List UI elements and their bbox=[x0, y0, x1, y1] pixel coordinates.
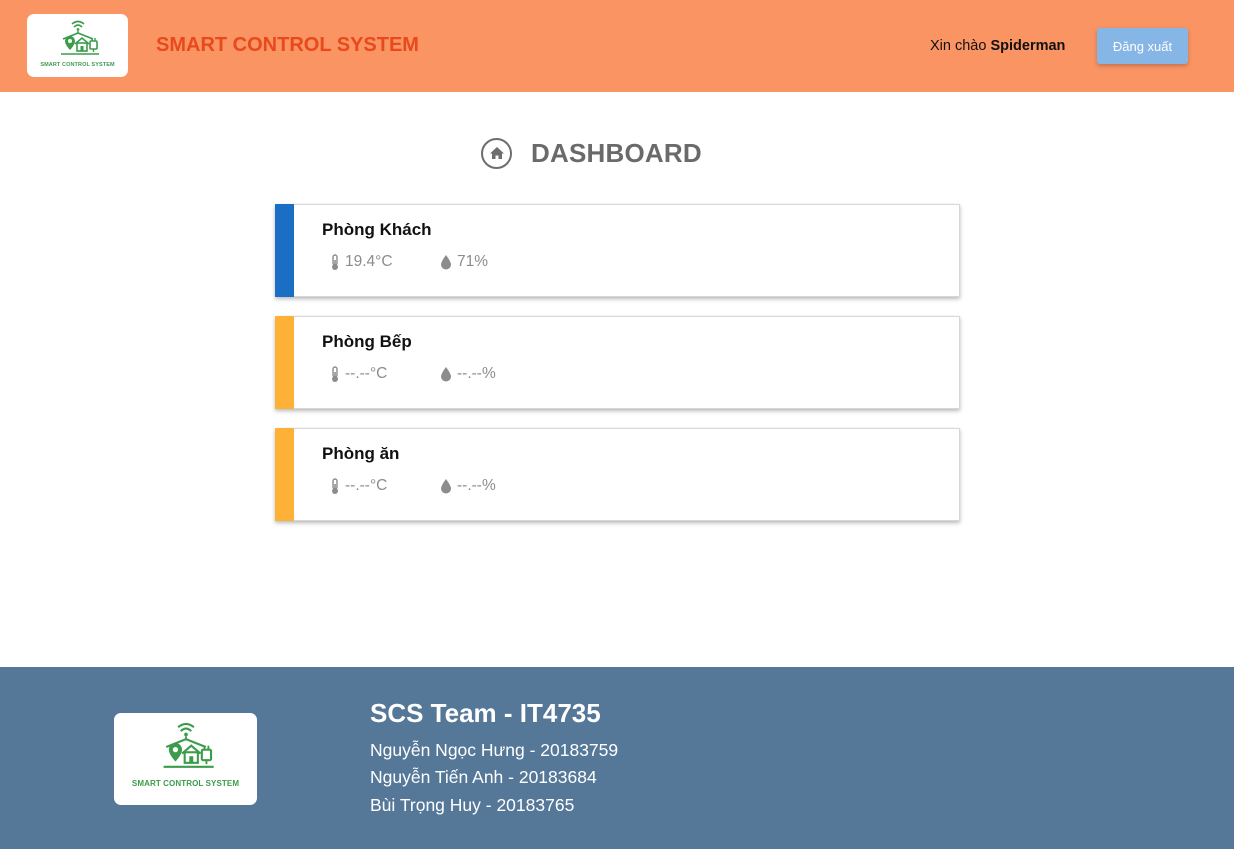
team-title: SCS Team - IT4735 bbox=[370, 698, 601, 728]
room-name: Phòng Khách bbox=[322, 220, 432, 239]
thermometer-icon bbox=[332, 477, 338, 494]
room-temperature: --.--°C bbox=[330, 477, 387, 495]
dashboard-heading: DASHBOARD bbox=[481, 136, 702, 170]
home-icon bbox=[481, 137, 512, 169]
logo-caption: SMART CONTROL SYSTEM bbox=[40, 62, 115, 68]
user-greeting: Xin chào Spiderman bbox=[930, 38, 1065, 54]
footer-logo: SMART CONTROL SYSTEM bbox=[114, 713, 257, 805]
smart-home-logo-icon bbox=[163, 722, 214, 768]
thermometer-icon bbox=[332, 253, 338, 270]
room-list: Phòng Khách 19.4°C 71% Phòng Bếp --.--°C… bbox=[275, 204, 960, 540]
temperature-value: --.--°C bbox=[345, 477, 388, 494]
room-name: Phòng ăn bbox=[322, 444, 400, 463]
smart-home-logo-icon bbox=[60, 20, 99, 55]
room-status-stripe bbox=[275, 316, 294, 409]
room-humidity: --.--% bbox=[440, 365, 496, 383]
humidity-value: 71% bbox=[457, 253, 489, 270]
app-title: SMART CONTROL SYSTEM bbox=[156, 34, 419, 56]
water-drop-icon bbox=[441, 367, 451, 382]
water-drop-icon bbox=[441, 255, 451, 270]
top-header: SMART CONTROL SYSTEM SMART CONTROL SYSTE… bbox=[0, 0, 1234, 92]
room-name: Phòng Bếp bbox=[322, 332, 412, 351]
temperature-value: --.--°C bbox=[345, 365, 388, 382]
team-member: Nguyễn Tiến Anh - 20183684 bbox=[370, 767, 597, 787]
thermometer-icon bbox=[332, 365, 338, 382]
temperature-value: 19.4°C bbox=[345, 253, 393, 270]
team-member: Bùi Trọng Huy - 20183765 bbox=[370, 795, 575, 815]
room-status-stripe bbox=[275, 428, 294, 521]
team-member: Nguyễn Ngọc Hưng - 20183759 bbox=[370, 740, 619, 760]
room-temperature: --.--°C bbox=[330, 365, 387, 383]
room-card-phong-khach[interactable]: Phòng Khách 19.4°C 71% bbox=[275, 204, 960, 297]
room-card-phong-bep[interactable]: Phòng Bếp --.--°C --.--% bbox=[275, 316, 960, 409]
greeting-prefix: Xin chào bbox=[930, 38, 987, 54]
humidity-value: --.--% bbox=[457, 477, 496, 494]
room-humidity: --.--% bbox=[440, 477, 496, 495]
water-drop-icon bbox=[441, 479, 451, 494]
header-logo[interactable]: SMART CONTROL SYSTEM bbox=[27, 14, 128, 77]
room-card-phong-an[interactable]: Phòng ăn --.--°C --.--% bbox=[275, 428, 960, 521]
logo-caption: SMART CONTROL SYSTEM bbox=[131, 779, 240, 788]
logout-button[interactable]: Đăng xuất bbox=[1097, 28, 1188, 64]
username: Spiderman bbox=[990, 38, 1066, 54]
page-footer: SMART CONTROL SYSTEM SCS Team - IT4735 N… bbox=[0, 667, 1234, 849]
room-status-stripe bbox=[275, 204, 294, 297]
room-humidity: 71% bbox=[440, 253, 488, 271]
humidity-value: --.--% bbox=[457, 365, 496, 382]
room-temperature: 19.4°C bbox=[330, 253, 393, 271]
page-title: DASHBOARD bbox=[531, 137, 702, 168]
